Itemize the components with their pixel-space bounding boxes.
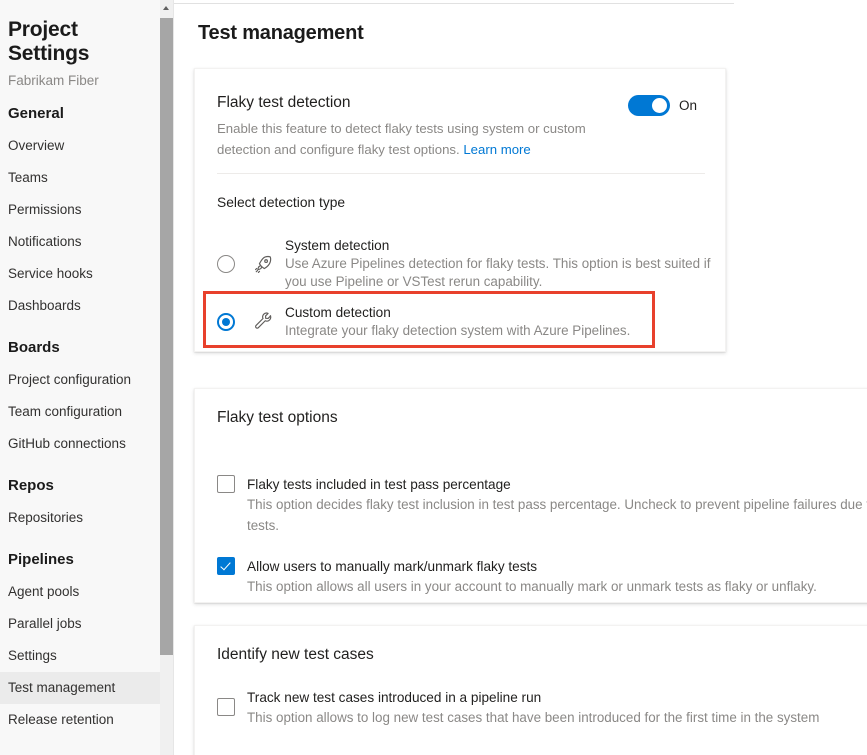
custom-detection-description: Integrate your flaky detection system wi… xyxy=(285,322,721,340)
learn-more-link[interactable]: Learn more xyxy=(463,142,530,157)
sidebar-item-test-management[interactable]: Test management xyxy=(0,672,160,704)
sidebar-item-parallel-jobs[interactable]: Parallel jobs xyxy=(0,608,160,640)
sidebar-project-name: Fabrikam Fiber xyxy=(0,66,160,88)
project-settings-sidebar: Project Settings Fabrikam Fiber General … xyxy=(0,0,160,755)
custom-detection-text: Custom detection Integrate your flaky de… xyxy=(285,304,721,340)
track-new-tests-description: This option allows to log new test cases… xyxy=(247,707,867,728)
sidebar-title: Project Settings xyxy=(0,0,160,66)
track-new-tests-text: Track new test cases introduced in a pip… xyxy=(247,688,867,728)
flaky-detection-heading: Flaky test detection xyxy=(217,94,351,112)
toggle-switch-track[interactable] xyxy=(628,95,670,116)
card-divider xyxy=(217,173,705,174)
sidebar-item-notifications[interactable]: Notifications xyxy=(0,226,160,258)
include-pass-percentage-text: Flaky tests included in test pass percen… xyxy=(247,475,867,536)
sidebar-group-boards: Boards xyxy=(0,322,160,356)
flaky-test-detection-card: Flaky test detection Enable this feature… xyxy=(194,68,726,352)
checkbox-include-pass-percentage[interactable] xyxy=(217,475,235,493)
flaky-options-heading: Flaky test options xyxy=(217,409,338,427)
include-pass-percentage-description: This option decides flaky test inclusion… xyxy=(247,494,867,536)
identify-new-test-cases-heading: Identify new test cases xyxy=(217,646,374,664)
checkbox-row-track-new-tests[interactable]: Track new test cases introduced in a pip… xyxy=(217,688,867,728)
sidebar-group-general: General xyxy=(0,88,160,122)
manual-mark-label: Allow users to manually mark/unmark flak… xyxy=(247,557,867,576)
sidebar-item-overview[interactable]: Overview xyxy=(0,130,160,162)
rocket-icon xyxy=(253,253,275,275)
track-new-tests-label: Track new test cases introduced in a pip… xyxy=(247,688,867,707)
identify-new-test-cases-card: Identify new test cases Track new test c… xyxy=(194,625,867,755)
sidebar-item-github-connections[interactable]: GitHub connections xyxy=(0,428,160,460)
flaky-detection-description: Enable this feature to detect flaky test… xyxy=(217,118,617,160)
include-pass-percentage-label: Flaky tests included in test pass percen… xyxy=(247,475,867,494)
sidebar-item-dashboards[interactable]: Dashboards xyxy=(0,290,160,322)
system-detection-description: Use Azure Pipelines detection for flaky … xyxy=(285,255,721,291)
page-title: Test management xyxy=(198,22,364,45)
manual-mark-text: Allow users to manually mark/unmark flak… xyxy=(247,557,867,597)
sidebar-scrollbar-thumb[interactable] xyxy=(160,18,173,655)
app-root: Project Settings Fabrikam Fiber General … xyxy=(0,0,867,755)
flaky-detection-toggle[interactable]: On xyxy=(628,95,697,116)
sidebar-item-service-hooks[interactable]: Service hooks xyxy=(0,258,160,290)
checkbox-track-new-tests[interactable] xyxy=(217,698,235,716)
top-divider xyxy=(174,3,734,4)
sidebar-item-project-configuration[interactable]: Project configuration xyxy=(0,364,160,396)
flaky-test-options-card: Flaky test options Flaky tests included … xyxy=(194,388,867,603)
scroll-up-arrow-icon[interactable] xyxy=(160,0,173,17)
checkbox-row-include-pass-percentage[interactable]: Flaky tests included in test pass percen… xyxy=(217,475,867,536)
sidebar-item-release-retention[interactable]: Release retention xyxy=(0,704,160,736)
sidebar-item-settings[interactable]: Settings xyxy=(0,640,160,672)
checkbox-manual-mark[interactable] xyxy=(217,557,235,575)
system-detection-text: System detection Use Azure Pipelines det… xyxy=(285,237,721,291)
sidebar-item-agent-pools[interactable]: Agent pools xyxy=(0,576,160,608)
sidebar-group-pipelines: Pipelines xyxy=(0,534,160,568)
sidebar-item-permissions[interactable]: Permissions xyxy=(0,194,160,226)
select-detection-type-label: Select detection type xyxy=(217,195,345,210)
sidebar-item-team-configuration[interactable]: Team configuration xyxy=(0,396,160,428)
sidebar-item-teams[interactable]: Teams xyxy=(0,162,160,194)
radio-custom-detection[interactable] xyxy=(217,313,235,331)
sidebar-item-repositories[interactable]: Repositories xyxy=(0,502,160,534)
radio-system-detection[interactable] xyxy=(217,255,235,273)
custom-detection-title: Custom detection xyxy=(285,304,721,322)
system-detection-title: System detection xyxy=(285,237,721,255)
wrench-icon xyxy=(253,311,275,333)
manual-mark-description: This option allows all users in your acc… xyxy=(247,576,867,597)
checkbox-row-manual-mark[interactable]: Allow users to manually mark/unmark flak… xyxy=(217,557,867,597)
toggle-state-label: On xyxy=(679,98,697,113)
detection-option-system[interactable]: System detection Use Azure Pipelines det… xyxy=(201,237,721,291)
toggle-switch-knob xyxy=(652,98,667,113)
main-content: Test management Flaky test detection Ena… xyxy=(174,0,867,755)
detection-option-custom[interactable]: Custom detection Integrate your flaky de… xyxy=(201,295,721,349)
sidebar-group-repos: Repos xyxy=(0,460,160,494)
